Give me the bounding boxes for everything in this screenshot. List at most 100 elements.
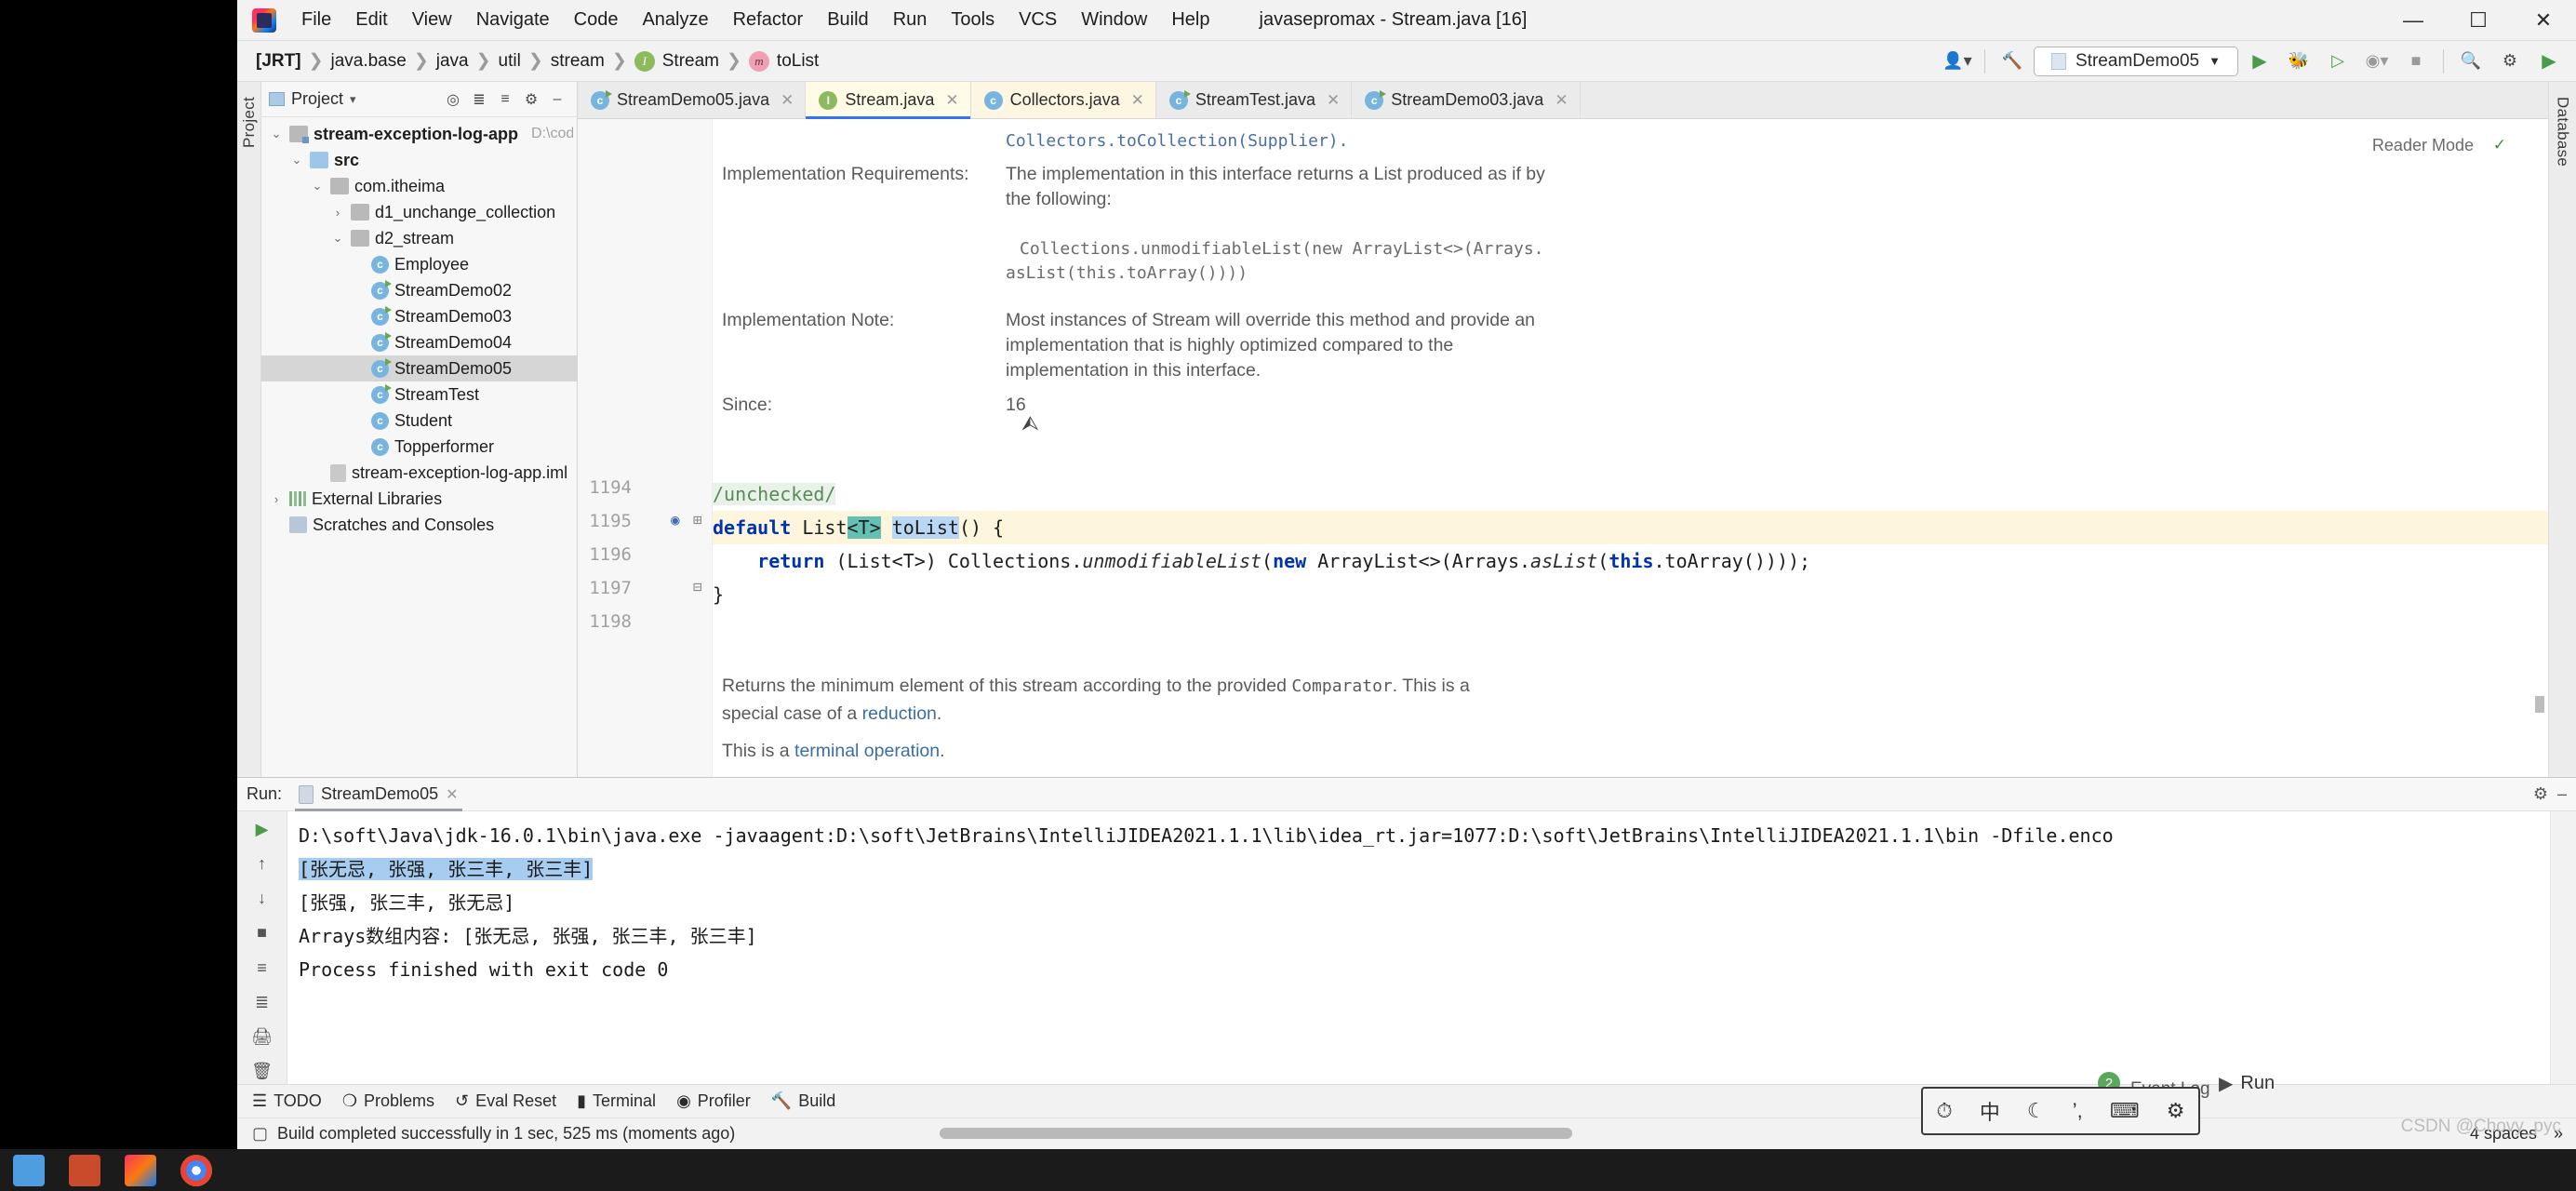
console-scrollbar[interactable] xyxy=(2550,811,2576,1084)
menu-view[interactable]: View xyxy=(400,6,464,34)
debug-icon[interactable]: 🐝 xyxy=(2281,46,2316,77)
collapse-all-icon[interactable]: ≡ xyxy=(493,87,517,112)
stop-icon[interactable]: ■ xyxy=(247,920,278,945)
halfwidth-icon[interactable]: ☾ xyxy=(2027,1099,2046,1123)
breadcrumb-stream-pkg[interactable]: stream xyxy=(545,49,610,74)
help-icon[interactable]: ▶ xyxy=(2531,46,2567,77)
minimize-icon[interactable]: – xyxy=(545,87,569,112)
bottom-item-terminal[interactable]: ▮Terminal xyxy=(577,1091,656,1111)
keyboard-icon[interactable]: ⌨ xyxy=(2110,1099,2140,1123)
close-icon[interactable]: ✕ xyxy=(1131,91,1144,110)
status-run-indicator[interactable]: ▶ Run xyxy=(2219,1072,2275,1095)
menu-help[interactable]: Help xyxy=(1159,6,1221,34)
project-panel-title[interactable]: Project ▾ xyxy=(269,89,356,109)
bottom-item-profiler[interactable]: ◉Profiler xyxy=(676,1091,751,1111)
tree-node[interactable]: ›External Libraries xyxy=(261,486,577,512)
code-line-1197[interactable]: } xyxy=(713,578,2548,611)
minimize-icon[interactable]: – xyxy=(2557,784,2567,804)
menu-build[interactable]: Build xyxy=(815,6,880,34)
close-button[interactable]: ✕ xyxy=(2511,0,2576,41)
breadcrumb-util[interactable]: util xyxy=(493,49,527,74)
settings-icon[interactable]: ⚙ xyxy=(2167,1099,2185,1123)
close-icon[interactable]: ✕ xyxy=(781,91,794,110)
horizontal-scrollbar[interactable] xyxy=(940,1128,1572,1139)
up-icon[interactable]: ↑ xyxy=(247,851,278,877)
run-configuration-selector[interactable]: StreamDemo05 ▼ xyxy=(2034,47,2238,76)
breadcrumb-jrt[interactable]: [JRT] xyxy=(250,49,307,74)
breadcrumb-java-base[interactable]: java.base xyxy=(325,49,411,74)
code-content[interactable]: Reader Mode ✓ Collectors.toCollection(Su… xyxy=(713,119,2548,777)
search-icon[interactable]: 🔍 xyxy=(2453,46,2489,77)
fold-collapse-icon[interactable]: ⊟ xyxy=(693,578,702,596)
editor-tab[interactable]: IStream.java✕ xyxy=(806,82,970,118)
tree-node[interactable]: cStreamDemo03 xyxy=(261,303,577,329)
doc-link-terminal-operation[interactable]: terminal operation xyxy=(794,741,940,761)
code-line-1196[interactable]: return (List<T>) Collections.unmodifiabl… xyxy=(713,544,2548,578)
scroll-end-icon[interactable]: ≣ xyxy=(247,990,278,1015)
stop-icon[interactable]: ■ xyxy=(2398,46,2434,77)
editor-tab[interactable]: cStreamDemo03.java✕ xyxy=(1352,82,1580,118)
expand-all-icon[interactable]: ≣ xyxy=(467,87,491,112)
menu-tools[interactable]: Tools xyxy=(939,6,1007,34)
tree-node[interactable]: cStreamTest xyxy=(261,381,577,408)
tree-node[interactable]: stream-exception-log-app.iml xyxy=(261,460,577,486)
chinese-mode-icon[interactable]: 中 xyxy=(1980,1096,2000,1126)
settings-icon[interactable]: ⚙ xyxy=(2492,46,2528,77)
chrome-icon[interactable] xyxy=(180,1155,212,1186)
code-line-1194[interactable]: /unchecked/ xyxy=(713,477,2548,511)
sidebar-item-database[interactable]: Database xyxy=(2554,91,2572,172)
editor-tab[interactable]: cStreamDemo05.java✕ xyxy=(578,82,806,118)
maximize-button[interactable]: ☐ xyxy=(2446,0,2511,41)
build-icon[interactable]: 🔨 xyxy=(1995,46,2030,77)
gear-icon[interactable]: ⚙ xyxy=(519,87,543,112)
doc-link-reduction[interactable]: reduction xyxy=(862,703,937,724)
locate-icon[interactable]: ◎ xyxy=(441,87,465,112)
powerpoint-icon[interactable] xyxy=(69,1155,100,1186)
tree-node[interactable]: ›d1_unchange_collection xyxy=(261,199,577,225)
windows-start-icon[interactable] xyxy=(13,1155,45,1186)
tree-expand-arrow-icon[interactable]: › xyxy=(330,206,345,220)
tree-node[interactable]: Scratches and Consoles xyxy=(261,512,577,538)
breadcrumb-java[interactable]: java xyxy=(431,49,474,74)
print-icon[interactable]: 🖨 xyxy=(247,1024,278,1050)
menu-edit[interactable]: Edit xyxy=(343,6,399,34)
breadcrumb-tolist-method[interactable]: m toList xyxy=(743,49,824,74)
speed-icon[interactable]: ⏱ xyxy=(1937,1099,1953,1123)
menu-file[interactable]: File xyxy=(289,6,343,34)
menu-refactor[interactable]: Refactor xyxy=(721,6,816,34)
tree-expand-arrow-icon[interactable]: ⌄ xyxy=(330,231,345,246)
close-icon[interactable]: ✕ xyxy=(446,785,458,804)
tree-node[interactable]: cStreamDemo04 xyxy=(261,329,577,355)
tree-node[interactable]: ⌄com.itheima xyxy=(261,173,577,199)
bottom-item-todo[interactable]: ☰TODO xyxy=(252,1091,322,1111)
punctuation-icon[interactable]: ’, xyxy=(2073,1099,2083,1123)
intellij-icon[interactable] xyxy=(125,1155,156,1186)
trash-icon[interactable]: 🗑 xyxy=(247,1059,278,1084)
tree-node[interactable]: cTopperformer xyxy=(261,434,577,460)
tree-expand-arrow-icon[interactable]: › xyxy=(269,492,284,506)
run-gutter-icon[interactable]: ◉ xyxy=(671,511,680,529)
tree-node[interactable]: cStudent xyxy=(261,408,577,434)
sidebar-item-project[interactable]: Project xyxy=(240,91,259,154)
tree-node[interactable]: ⌄stream-exception-log-appD:\code\javasep… xyxy=(261,121,577,147)
tree-node[interactable]: ⌄d2_stream xyxy=(261,225,577,251)
tree-expand-arrow-icon[interactable]: ⌄ xyxy=(310,179,325,194)
run-icon[interactable]: ▶ xyxy=(2242,46,2277,77)
minimize-button[interactable]: — xyxy=(2381,0,2446,41)
tree-expand-arrow-icon[interactable]: ⌄ xyxy=(289,153,304,167)
rerun-icon[interactable]: ▶ xyxy=(247,817,278,842)
bottom-item-problems[interactable]: ❍Problems xyxy=(342,1091,434,1111)
console-output[interactable]: D:\soft\Java\jdk-16.0.1\bin\java.exe -ja… xyxy=(287,811,2550,1084)
code-line-1195[interactable]: default List<T> toList() { xyxy=(713,511,2548,544)
menu-code[interactable]: Code xyxy=(562,6,631,34)
close-icon[interactable]: ✕ xyxy=(1327,91,1340,110)
tree-expand-arrow-icon[interactable]: ⌄ xyxy=(269,127,284,141)
coverage-icon[interactable]: ▷ xyxy=(2320,46,2356,77)
bottom-item-eval-reset[interactable]: ↺Eval Reset xyxy=(455,1091,556,1111)
editor-gutter[interactable]: 1194 1195 1196 1197 1198 ◉ ⊞ ⊟ xyxy=(578,119,713,777)
menu-navigate[interactable]: Navigate xyxy=(464,6,562,34)
editor-tab[interactable]: cCollectors.java✕ xyxy=(971,82,1156,118)
tree-node[interactable]: cStreamDemo05 xyxy=(261,355,577,381)
menu-window[interactable]: Window xyxy=(1069,6,1159,34)
menu-analyze[interactable]: Analyze xyxy=(630,6,720,34)
